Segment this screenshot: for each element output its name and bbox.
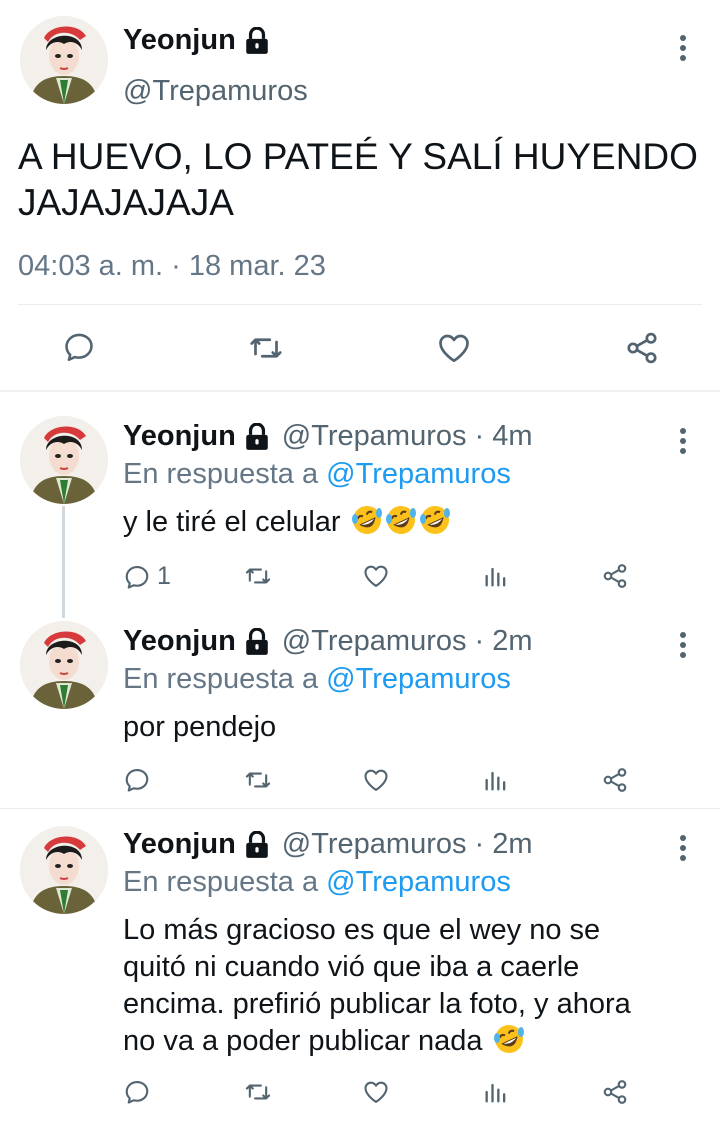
author-name[interactable]: Yeonjun xyxy=(123,625,236,658)
like-button[interactable] xyxy=(436,330,472,366)
tweet-text: por pendejo xyxy=(123,711,277,743)
reply-context: En respuesta a @Trepamuros xyxy=(123,458,511,491)
laughing-emoji xyxy=(351,504,383,536)
reply-button[interactable] xyxy=(123,766,151,794)
laughing-emoji xyxy=(493,1023,525,1055)
divider xyxy=(18,304,702,305)
like-button[interactable] xyxy=(362,562,390,590)
reply-button[interactable] xyxy=(123,1078,151,1106)
lock-icon xyxy=(244,628,270,656)
share-icon xyxy=(601,766,629,794)
reply-icon xyxy=(62,330,96,364)
section-divider xyxy=(0,390,720,392)
retweet-icon xyxy=(244,766,272,794)
avatar[interactable] xyxy=(20,16,108,104)
tweet-text-line-1: Lo más gracioso es que el wey no se xyxy=(123,914,601,946)
heart-icon xyxy=(362,766,390,794)
reply-prefix: En respuesta a xyxy=(123,458,319,490)
reply-icon xyxy=(123,1078,151,1106)
more-icon[interactable] xyxy=(671,32,695,68)
author-name[interactable]: Yeonjun xyxy=(123,420,236,453)
tweet-text-line-4: no va a poder publicar nada xyxy=(123,1023,525,1060)
share-button[interactable] xyxy=(601,562,629,590)
author-handle[interactable]: @Trepamuros xyxy=(123,75,308,108)
reply-to-link[interactable]: @Trepamuros xyxy=(326,663,511,695)
tweet-text-content: y le tiré el celular xyxy=(123,506,341,538)
tweet-time[interactable]: · 2m xyxy=(475,828,533,861)
analytics-button[interactable] xyxy=(482,1078,510,1106)
lock-icon xyxy=(244,831,270,859)
avatar[interactable] xyxy=(20,826,108,914)
retweet-icon xyxy=(244,1078,272,1106)
like-button[interactable] xyxy=(362,1078,390,1106)
tweet-text: y le tiré el celular xyxy=(123,504,451,541)
author-row: Yeonjun xyxy=(123,24,270,57)
retweet-icon xyxy=(248,330,284,366)
reply-icon xyxy=(123,766,151,794)
tweet-text-line-1: A HUEVO, LO PATEÉ Y SALÍ HUYENDO xyxy=(18,136,698,177)
author-handle[interactable]: @Trepamuros xyxy=(282,420,467,453)
reply-context: En respuesta a @Trepamuros xyxy=(123,866,511,899)
reply-button[interactable] xyxy=(62,330,96,364)
reply-to-link[interactable]: @Trepamuros xyxy=(326,458,511,490)
heart-icon xyxy=(362,1078,390,1106)
share-icon xyxy=(601,562,629,590)
laughing-emoji xyxy=(385,504,417,536)
analytics-icon xyxy=(482,562,510,590)
tweet-text-line-2: quitó ni cuando vió que iba a caerle xyxy=(123,951,580,983)
heart-icon xyxy=(436,330,472,366)
tweet-text-content: no va a poder publicar nada xyxy=(123,1025,483,1057)
share-icon xyxy=(601,1078,629,1106)
heart-icon xyxy=(362,562,390,590)
tweet-timestamp[interactable]: 04:03 a. m. · 18 mar. 23 xyxy=(18,250,326,283)
share-icon xyxy=(624,330,660,366)
lock-icon xyxy=(244,423,270,451)
author-handle[interactable]: @Trepamuros xyxy=(282,828,467,861)
retweet-icon xyxy=(244,562,272,590)
tweet-time[interactable]: · 4m xyxy=(475,420,533,453)
share-button[interactable] xyxy=(601,1078,629,1106)
reply-context: En respuesta a @Trepamuros xyxy=(123,663,511,696)
reply-count: 1 xyxy=(157,562,171,590)
avatar[interactable] xyxy=(20,621,108,709)
share-button[interactable] xyxy=(624,330,660,366)
laughing-emoji xyxy=(419,504,451,536)
analytics-button[interactable] xyxy=(482,766,510,794)
analytics-button[interactable] xyxy=(482,562,510,590)
avatar[interactable] xyxy=(20,416,108,504)
author-row: Yeonjun @Trepamuros · 2m xyxy=(123,828,533,861)
share-button[interactable] xyxy=(601,766,629,794)
tweet-text-line-3: encima. prefirió publicar la foto, y aho… xyxy=(123,988,631,1020)
analytics-icon xyxy=(482,1078,510,1106)
retweet-button[interactable] xyxy=(244,766,272,794)
reply-to-link[interactable]: @Trepamuros xyxy=(326,866,511,898)
section-divider xyxy=(0,808,720,809)
author-name[interactable]: Yeonjun xyxy=(123,828,236,861)
author-row: Yeonjun @Trepamuros · 4m xyxy=(123,420,533,453)
retweet-button[interactable] xyxy=(244,562,272,590)
reply-icon xyxy=(123,563,151,591)
retweet-button[interactable] xyxy=(244,1078,272,1106)
retweet-button[interactable] xyxy=(248,330,284,366)
thread-line xyxy=(62,506,65,618)
reply-prefix: En respuesta a xyxy=(123,866,319,898)
tweet-time[interactable]: · 2m xyxy=(475,625,533,658)
reply-button[interactable]: 1 xyxy=(123,562,171,591)
more-icon[interactable] xyxy=(671,832,695,868)
lock-icon xyxy=(244,27,270,55)
more-icon[interactable] xyxy=(671,629,695,665)
analytics-icon xyxy=(482,766,510,794)
author-row: Yeonjun @Trepamuros · 2m xyxy=(123,625,533,658)
like-button[interactable] xyxy=(362,766,390,794)
author-name[interactable]: Yeonjun xyxy=(123,24,236,57)
tweet-text-line-2: JAJAJAJAJA xyxy=(18,182,234,223)
author-handle[interactable]: @Trepamuros xyxy=(282,625,467,658)
reply-prefix: En respuesta a xyxy=(123,663,319,695)
more-icon[interactable] xyxy=(671,425,695,461)
